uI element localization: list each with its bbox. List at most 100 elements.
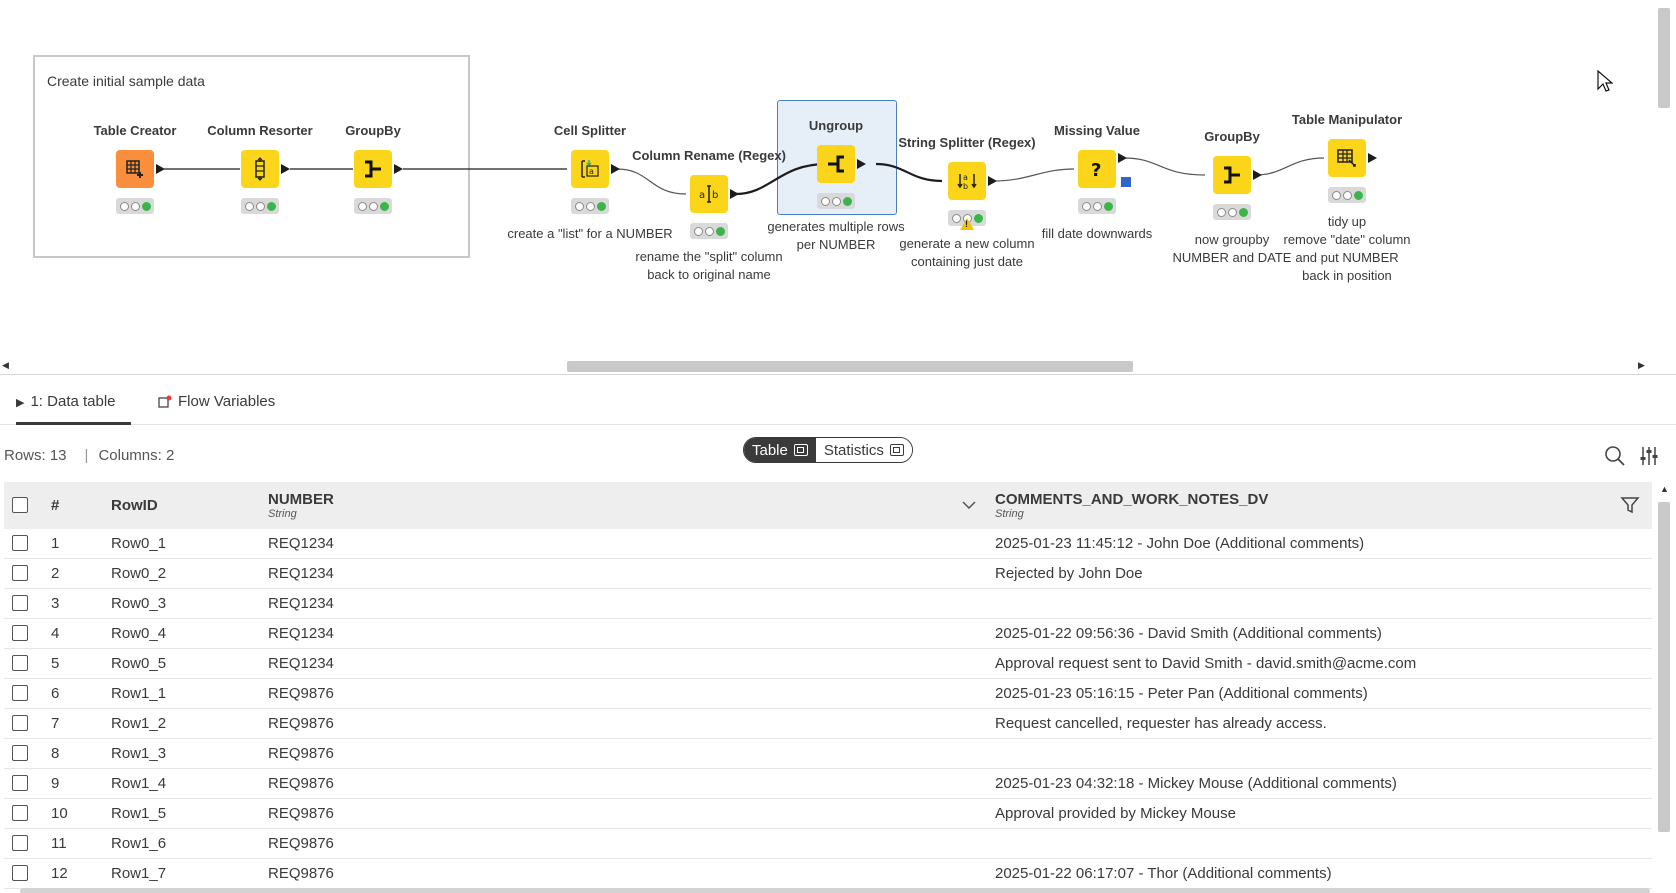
ungroup-icon[interactable] (817, 145, 855, 183)
scrollbar-thumb[interactable] (1658, 502, 1670, 832)
workflow-canvas[interactable]: Create initial sample data Table Creator (0, 0, 1676, 374)
statistics-view-button[interactable]: Statistics (815, 438, 912, 462)
node-table-creator[interactable]: Table Creator (94, 123, 176, 214)
node-status (690, 223, 728, 239)
table-row[interactable]: 8 Row1_3 REQ9876 (4, 739, 1652, 769)
canvas-vertical-scrollbar[interactable] (1652, 0, 1676, 358)
groupby-icon[interactable] (354, 150, 392, 188)
missing-value-icon[interactable]: ? (1078, 150, 1116, 188)
output-port[interactable] (281, 164, 290, 174)
filter-icon[interactable] (1620, 495, 1640, 515)
output-port[interactable] (857, 159, 866, 169)
row-checkbox[interactable] (12, 775, 28, 791)
row-checkbox[interactable] (12, 865, 28, 881)
column-header-number[interactable]: NUMBER String (268, 482, 334, 529)
row-id-cell: Row0_2 (111, 565, 167, 582)
table-row[interactable]: 6 Row1_1 REQ9876 2025-01-23 05:16:15 - Pete… (4, 679, 1652, 709)
tab-flow-variables[interactable]: Flow Variables (158, 393, 275, 425)
node-string-splitter-regex[interactable]: String Splitter (Regex) ab ! generate a … (898, 135, 1035, 269)
canvas-horizontal-scrollbar[interactable]: ◀ ▶ (0, 358, 1652, 374)
table-creator-icon[interactable] (116, 150, 154, 188)
table-row[interactable]: 9 Row1_4 REQ9876 2025-01-23 04:32:18 - Mick… (4, 769, 1652, 799)
output-panel: ▶ 1: Data table Flow Variables Rows: 13 … (0, 374, 1676, 893)
scrollbar-thumb[interactable] (567, 361, 1133, 372)
search-icon[interactable] (1604, 445, 1626, 467)
row-checkbox[interactable] (12, 835, 28, 851)
row-checkbox[interactable] (12, 655, 28, 671)
open-window-icon[interactable] (889, 444, 904, 456)
comments-cell: 2025-01-23 04:32:18 - Mickey Mouse (Addi… (995, 775, 1397, 792)
table-row[interactable]: 7 Row1_2 REQ9876 Request cancelled, request… (4, 709, 1652, 739)
select-all-checkbox[interactable] (12, 497, 28, 513)
table-row[interactable]: 11 Row1_6 REQ9876 (4, 829, 1652, 859)
row-checkbox[interactable] (12, 745, 28, 761)
row-checkbox[interactable] (12, 805, 28, 821)
table-row[interactable]: 3 Row0_3 REQ1234 (4, 589, 1652, 619)
scroll-right-icon[interactable]: ▶ (1638, 360, 1645, 371)
tab-data-table[interactable]: ▶ 1: Data table (16, 393, 131, 425)
output-port[interactable] (611, 164, 620, 174)
table-row[interactable]: 12 Row1_7 REQ9876 2025-01-22 06:17:07 - Tho… (4, 859, 1652, 889)
node-ungroup[interactable]: Ungroup generates multiple rows per NUMB… (767, 118, 904, 252)
output-port[interactable] (988, 176, 997, 186)
flow-variable-icon (158, 395, 172, 408)
view-toggle[interactable]: Table Statistics (743, 437, 913, 463)
model-output-port[interactable] (1121, 177, 1131, 187)
output-port[interactable] (1368, 153, 1377, 163)
scroll-up-icon[interactable]: ▲ (1660, 484, 1669, 494)
column-resorter-icon[interactable] (241, 150, 279, 188)
row-index-cell: 12 (51, 865, 68, 882)
chevron-down-icon[interactable] (962, 500, 976, 510)
groupby-icon[interactable] (1213, 156, 1251, 194)
output-port[interactable] (156, 164, 165, 174)
node-title: GroupBy (1204, 129, 1260, 144)
row-index-cell: 10 (51, 805, 68, 822)
row-checkbox[interactable] (12, 625, 28, 641)
row-index-cell: 2 (51, 565, 60, 582)
node-table-manipulator[interactable]: Table Manipulator tidy up remove "date" … (1283, 112, 1410, 283)
node-groupby-1[interactable]: GroupBy (345, 123, 403, 214)
node-title: Cell Splitter (553, 123, 627, 138)
output-port[interactable] (1253, 170, 1262, 180)
table-row[interactable]: 10 Row1_5 REQ9876 Approval provided by Mick… (4, 799, 1652, 829)
scroll-left-icon[interactable]: ◀ (2, 360, 9, 371)
table-vertical-scrollbar[interactable]: ▲ (1652, 482, 1676, 893)
table-row[interactable]: 1 Row0_1 REQ1234 2025-01-23 11:45:12 - John… (4, 529, 1652, 559)
column-rename-icon[interactable]: ab (690, 175, 728, 213)
column-header-comments[interactable]: COMMENTS_AND_WORK_NOTES_DV String (995, 482, 1268, 529)
row-checkbox[interactable] (12, 685, 28, 701)
table-manipulator-icon[interactable] (1328, 139, 1366, 177)
node-missing-value[interactable]: Missing Value ? fill date downwards (1042, 123, 1153, 241)
table-view-button[interactable]: Table (744, 438, 816, 462)
number-cell: REQ9876 (268, 685, 334, 702)
row-checkbox[interactable] (12, 715, 28, 731)
string-splitter-icon[interactable]: ab (948, 162, 986, 200)
comments-cell: 2025-01-23 11:45:12 - John Doe (Addition… (995, 535, 1365, 552)
column-name: COMMENTS_AND_WORK_NOTES_DV (995, 491, 1269, 508)
row-checkbox[interactable] (12, 565, 28, 581)
output-port[interactable] (730, 189, 739, 199)
table-row[interactable]: 4 Row0_4 REQ1234 2025-01-22 09:56:36 - Davi… (4, 619, 1652, 649)
row-id-cell: Row1_5 (111, 805, 167, 822)
node-cell-splitter[interactable]: Cell Splitter a create a "list" for a NU… (507, 123, 672, 241)
table-horizontal-scrollbar[interactable] (20, 888, 1650, 893)
row-checkbox[interactable] (12, 595, 28, 611)
column-name: # (51, 497, 60, 514)
cell-splitter-icon[interactable]: a (571, 150, 609, 188)
node-column-rename-regex[interactable]: Column Rename (Regex) ab rename the "spl… (632, 148, 786, 282)
open-window-icon[interactable] (793, 444, 808, 456)
column-header-index[interactable]: # (51, 482, 59, 529)
node-groupby-2[interactable]: GroupBy now groupby NUMBER and DATE (1173, 129, 1292, 265)
column-header-rowid[interactable]: RowID (111, 482, 158, 529)
table-row[interactable]: 5 Row0_5 REQ1234 Approval request sent to D… (4, 649, 1652, 679)
row-index-cell: 1 (51, 535, 60, 552)
table-row[interactable]: 2 Row0_2 REQ1234 Rejected by John Doe (4, 559, 1652, 589)
node-column-resorter[interactable]: Column Resorter (207, 123, 313, 214)
settings-sliders-icon[interactable] (1638, 445, 1660, 467)
warning-icon[interactable]: ! (960, 218, 974, 230)
row-checkbox[interactable] (12, 535, 28, 551)
scrollbar-thumb[interactable] (1658, 8, 1670, 108)
output-port[interactable] (1118, 153, 1127, 163)
row-id-cell: Row1_7 (111, 865, 167, 882)
output-port[interactable] (394, 164, 403, 174)
